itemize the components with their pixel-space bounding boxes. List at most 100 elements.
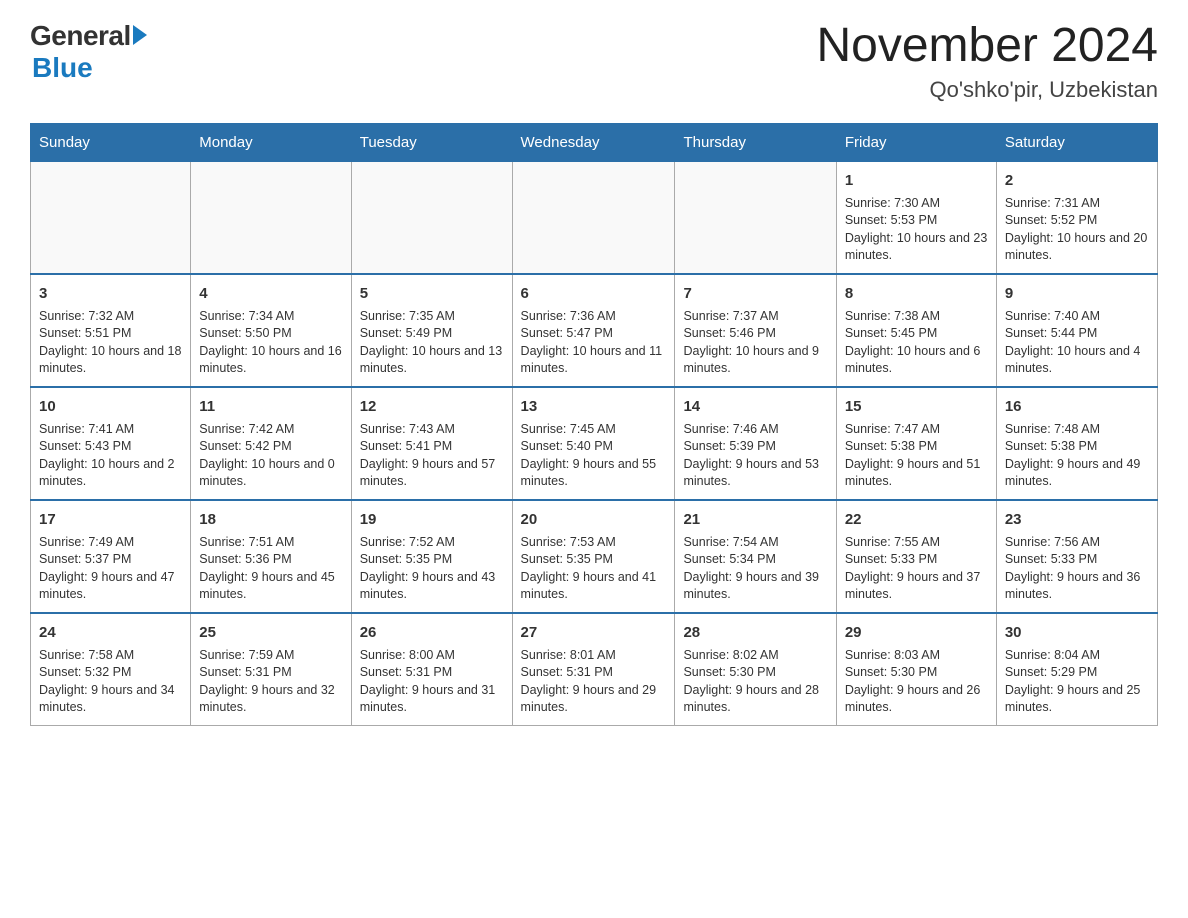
calendar-header-wednesday: Wednesday bbox=[512, 123, 675, 161]
day-info: Sunrise: 7:54 AMSunset: 5:34 PMDaylight:… bbox=[683, 534, 827, 604]
day-info: Sunrise: 7:53 AMSunset: 5:35 PMDaylight:… bbox=[521, 534, 667, 604]
calendar-cell: 1Sunrise: 7:30 AMSunset: 5:53 PMDaylight… bbox=[836, 161, 996, 274]
logo: General Blue bbox=[30, 20, 147, 84]
day-number: 2 bbox=[1005, 170, 1149, 191]
day-number: 11 bbox=[199, 396, 342, 417]
calendar-cell: 28 Sunrise: 8:02 AMSunset: 5:30 PMDayligh… bbox=[675, 613, 836, 726]
day-info: Sunrise: 7:43 AMSunset: 5:41 PMDaylight:… bbox=[360, 421, 504, 491]
day-number: 21 bbox=[683, 509, 827, 530]
day-info: Sunrise: 8:03 AMSunset: 5:30 PMDaylight:… bbox=[845, 647, 988, 717]
day-number: 13 bbox=[521, 396, 667, 417]
calendar-cell: 13 Sunrise: 7:45 AMSunset: 5:40 PMDayligh… bbox=[512, 387, 675, 500]
day-number: 30 bbox=[1005, 622, 1149, 643]
calendar-cell: 4 Sunrise: 7:34 AMSunset: 5:50 PMDaylight… bbox=[191, 274, 351, 387]
day-info: Sunrise: 7:46 AMSunset: 5:39 PMDaylight:… bbox=[683, 421, 827, 491]
calendar-cell: 6 Sunrise: 7:36 AMSunset: 5:47 PMDaylight… bbox=[512, 274, 675, 387]
calendar-cell: 22 Sunrise: 7:55 AMSunset: 5:33 PMDayligh… bbox=[836, 500, 996, 613]
calendar-week-row: 24 Sunrise: 7:58 AMSunset: 5:32 PMDayligh… bbox=[31, 613, 1158, 726]
calendar-cell: 7 Sunrise: 7:37 AMSunset: 5:46 PMDaylight… bbox=[675, 274, 836, 387]
calendar-header-friday: Friday bbox=[836, 123, 996, 161]
calendar-week-row: 17 Sunrise: 7:49 AMSunset: 5:37 PMDayligh… bbox=[31, 500, 1158, 613]
calendar-cell: 2 Sunrise: 7:31 AMSunset: 5:52 PMDaylight… bbox=[996, 161, 1157, 274]
day-info: Sunrise: 7:40 AMSunset: 5:44 PMDaylight:… bbox=[1005, 308, 1149, 378]
day-info: Sunrise: 8:04 AMSunset: 5:29 PMDaylight:… bbox=[1005, 647, 1149, 717]
day-info: Sunrise: 8:02 AMSunset: 5:30 PMDaylight:… bbox=[683, 647, 827, 717]
day-info: Sunrise: 7:31 AMSunset: 5:52 PMDaylight:… bbox=[1005, 195, 1149, 265]
title-section: November 2024 Qo'shko'pir, Uzbekistan bbox=[816, 20, 1158, 103]
day-number: 16 bbox=[1005, 396, 1149, 417]
day-number: 7 bbox=[683, 283, 827, 304]
day-number: 24 bbox=[39, 622, 182, 643]
calendar-cell: 16 Sunrise: 7:48 AMSunset: 5:38 PMDayligh… bbox=[996, 387, 1157, 500]
day-info: Sunrise: 7:55 AMSunset: 5:33 PMDaylight:… bbox=[845, 534, 988, 604]
day-info: Sunrise: 7:36 AMSunset: 5:47 PMDaylight:… bbox=[521, 308, 667, 378]
calendar-cell: 19Sunrise: 7:52 AMSunset: 5:35 PMDayligh… bbox=[351, 500, 512, 613]
location-subtitle: Qo'shko'pir, Uzbekistan bbox=[816, 77, 1158, 103]
calendar-table: SundayMondayTuesdayWednesdayThursdayFrid… bbox=[30, 123, 1158, 726]
day-info: Sunrise: 7:37 AMSunset: 5:46 PMDaylight:… bbox=[683, 308, 827, 378]
calendar-cell bbox=[512, 161, 675, 274]
calendar-cell: 25 Sunrise: 7:59 AMSunset: 5:31 PMDayligh… bbox=[191, 613, 351, 726]
calendar-cell: 17 Sunrise: 7:49 AMSunset: 5:37 PMDayligh… bbox=[31, 500, 191, 613]
day-number: 8 bbox=[845, 283, 988, 304]
calendar-header-sunday: Sunday bbox=[31, 123, 191, 161]
calendar-week-row: 1Sunrise: 7:30 AMSunset: 5:53 PMDaylight… bbox=[31, 161, 1158, 274]
day-info: Sunrise: 7:30 AMSunset: 5:53 PMDaylight:… bbox=[845, 195, 988, 265]
day-info: Sunrise: 7:58 AMSunset: 5:32 PMDaylight:… bbox=[39, 647, 182, 717]
day-info: Sunrise: 7:56 AMSunset: 5:33 PMDaylight:… bbox=[1005, 534, 1149, 604]
calendar-cell: 14 Sunrise: 7:46 AMSunset: 5:39 PMDayligh… bbox=[675, 387, 836, 500]
calendar-header-row: SundayMondayTuesdayWednesdayThursdayFrid… bbox=[31, 123, 1158, 161]
day-number: 9 bbox=[1005, 283, 1149, 304]
page-header: General Blue November 2024 Qo'shko'pir, … bbox=[30, 20, 1158, 103]
calendar-cell: 3 Sunrise: 7:32 AMSunset: 5:51 PMDaylight… bbox=[31, 274, 191, 387]
calendar-cell: 8 Sunrise: 7:38 AMSunset: 5:45 PMDaylight… bbox=[836, 274, 996, 387]
calendar-cell: 29 Sunrise: 8:03 AMSunset: 5:30 PMDayligh… bbox=[836, 613, 996, 726]
day-info: Sunrise: 7:45 AMSunset: 5:40 PMDaylight:… bbox=[521, 421, 667, 491]
month-year-title: November 2024 bbox=[816, 20, 1158, 73]
day-info: Sunrise: 7:48 AMSunset: 5:38 PMDaylight:… bbox=[1005, 421, 1149, 491]
day-number: 19 bbox=[360, 509, 504, 530]
calendar-cell: 5 Sunrise: 7:35 AMSunset: 5:49 PMDaylight… bbox=[351, 274, 512, 387]
calendar-cell: 18 Sunrise: 7:51 AMSunset: 5:36 PMDayligh… bbox=[191, 500, 351, 613]
day-number: 28 bbox=[683, 622, 827, 643]
day-number: 5 bbox=[360, 283, 504, 304]
day-number: 14 bbox=[683, 396, 827, 417]
calendar-cell: 26Sunrise: 8:00 AMSunset: 5:31 PMDayligh… bbox=[351, 613, 512, 726]
day-number: 25 bbox=[199, 622, 342, 643]
calendar-cell: 30 Sunrise: 8:04 AMSunset: 5:29 PMDayligh… bbox=[996, 613, 1157, 726]
day-info: Sunrise: 7:38 AMSunset: 5:45 PMDaylight:… bbox=[845, 308, 988, 378]
day-number: 12 bbox=[360, 396, 504, 417]
day-info: Sunrise: 7:51 AMSunset: 5:36 PMDaylight:… bbox=[199, 534, 342, 604]
day-number: 22 bbox=[845, 509, 988, 530]
day-info: Sunrise: 7:34 AMSunset: 5:50 PMDaylight:… bbox=[199, 308, 342, 378]
day-number: 17 bbox=[39, 509, 182, 530]
calendar-cell: 10Sunrise: 7:41 AMSunset: 5:43 PMDayligh… bbox=[31, 387, 191, 500]
logo-triangle-icon bbox=[133, 25, 147, 45]
calendar-header-monday: Monday bbox=[191, 123, 351, 161]
logo-blue-text: Blue bbox=[32, 52, 93, 84]
day-info: Sunrise: 7:49 AMSunset: 5:37 PMDaylight:… bbox=[39, 534, 182, 604]
calendar-cell: 15Sunrise: 7:47 AMSunset: 5:38 PMDayligh… bbox=[836, 387, 996, 500]
calendar-cell: 21 Sunrise: 7:54 AMSunset: 5:34 PMDayligh… bbox=[675, 500, 836, 613]
calendar-cell: 23Sunrise: 7:56 AMSunset: 5:33 PMDayligh… bbox=[996, 500, 1157, 613]
calendar-cell bbox=[31, 161, 191, 274]
calendar-cell bbox=[675, 161, 836, 274]
calendar-cell bbox=[351, 161, 512, 274]
day-number: 29 bbox=[845, 622, 988, 643]
day-number: 3 bbox=[39, 283, 182, 304]
calendar-cell: 9 Sunrise: 7:40 AMSunset: 5:44 PMDaylight… bbox=[996, 274, 1157, 387]
day-number: 10 bbox=[39, 396, 182, 417]
day-info: Sunrise: 7:59 AMSunset: 5:31 PMDaylight:… bbox=[199, 647, 342, 717]
calendar-header-saturday: Saturday bbox=[996, 123, 1157, 161]
day-number: 4 bbox=[199, 283, 342, 304]
day-number: 27 bbox=[521, 622, 667, 643]
day-info: Sunrise: 7:35 AMSunset: 5:49 PMDaylight:… bbox=[360, 308, 504, 378]
calendar-header-thursday: Thursday bbox=[675, 123, 836, 161]
day-number: 26 bbox=[360, 622, 504, 643]
day-number: 18 bbox=[199, 509, 342, 530]
calendar-header-tuesday: Tuesday bbox=[351, 123, 512, 161]
calendar-week-row: 10Sunrise: 7:41 AMSunset: 5:43 PMDayligh… bbox=[31, 387, 1158, 500]
calendar-cell: 11Sunrise: 7:42 AMSunset: 5:42 PMDayligh… bbox=[191, 387, 351, 500]
day-info: Sunrise: 7:32 AMSunset: 5:51 PMDaylight:… bbox=[39, 308, 182, 378]
day-number: 6 bbox=[521, 283, 667, 304]
